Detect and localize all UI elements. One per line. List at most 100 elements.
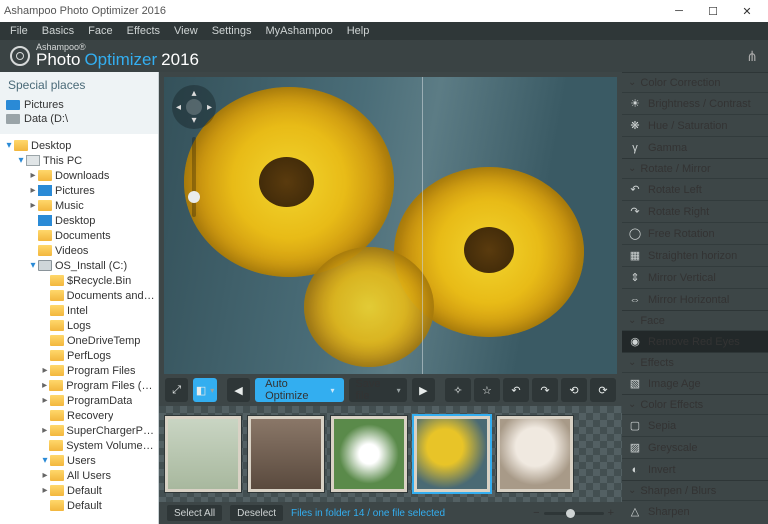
menu-help[interactable]: Help [341,25,376,37]
panel-section-header[interactable]: ⌄Sharpen / Blurs [622,480,768,500]
maximize-button[interactable]: ☐ [696,1,730,21]
tree-node[interactable]: SuperChargerProfil [4,423,156,438]
tree-node[interactable]: Default [4,483,156,498]
tree-node[interactable]: All Users [4,468,156,483]
expand-arrow-icon[interactable] [4,140,14,151]
next-image-button[interactable]: ▶ [412,378,435,402]
thumb-2[interactable] [247,415,325,493]
save-file-button[interactable]: Save file▾ [349,378,406,402]
redo-button[interactable]: ↷ [532,378,558,402]
panel-item[interactable]: ▢Sepia [622,414,768,436]
tree-node[interactable]: Pictures [4,183,156,198]
panel-item[interactable]: ↶Rotate Left [622,178,768,200]
expand-arrow-icon[interactable] [16,155,26,166]
fullscreen-button[interactable]: ⤢ [165,378,188,402]
panel-item[interactable]: ▦Straighten horizon [622,244,768,266]
prev-image-button[interactable]: ◀ [227,378,250,402]
expand-arrow-icon[interactable] [40,380,49,391]
folder-tree[interactable]: DesktopThis PCDownloadsPicturesMusicDesk… [0,134,158,524]
tree-node[interactable]: PerfLogs [4,348,156,363]
menu-basics[interactable]: Basics [36,25,80,37]
tree-node[interactable]: Videos [4,243,156,258]
close-button[interactable]: ✕ [730,1,764,21]
panel-item[interactable]: ❋Hue / Saturation [622,114,768,136]
expand-arrow-icon[interactable] [28,260,38,271]
panel-item[interactable]: ⇕Mirror Vertical [622,266,768,288]
undo-button[interactable]: ↶ [503,378,529,402]
panel-section-header[interactable]: ⌄Rotate / Mirror [622,158,768,178]
image-preview[interactable]: ▴▾ ◂▸ [164,77,617,374]
thumb-1[interactable] [164,415,242,493]
tree-node[interactable]: Desktop [4,213,156,228]
panel-item[interactable]: ◉Remove Red Eyes [622,330,768,352]
panel-item[interactable]: ⇔Mirror Horizontal [622,288,768,310]
panel-item[interactable]: γGamma [622,136,768,158]
share-icon[interactable]: ⋔ [746,48,758,65]
deselect-button[interactable]: Deselect [230,505,283,521]
tree-node[interactable]: Default [4,498,156,513]
panel-item[interactable]: ↷Rotate Right [622,200,768,222]
panel-item[interactable]: ◐Invert [622,458,768,480]
refresh-button[interactable]: ⟳ [590,378,616,402]
tree-node[interactable]: Users [4,453,156,468]
tree-node[interactable]: Program Files [4,363,156,378]
compare-split-line[interactable] [422,77,423,374]
expand-arrow-icon[interactable] [28,185,38,196]
thumb-4-selected[interactable] [413,415,491,493]
special-data-drive[interactable]: Data (D:\ [6,112,152,126]
auto-optimize-button[interactable]: Auto Optimize▾ [255,378,344,402]
expand-arrow-icon[interactable] [28,170,38,181]
selection-tool-icon[interactable]: ✧ [445,378,471,402]
menu-view[interactable]: View [168,25,204,37]
panel-item[interactable]: ☀Brightness / Contrast [622,92,768,114]
select-all-button[interactable]: Select All [167,505,222,521]
tree-node[interactable]: Logs [4,318,156,333]
minimize-button[interactable]: ─ [662,1,696,21]
thumb-5[interactable] [496,415,574,493]
thumbnail-zoom[interactable]: − + [533,507,614,519]
menu-settings[interactable]: Settings [206,25,258,37]
zoom-track[interactable] [544,512,604,515]
panel-section-header[interactable]: ⌄Face [622,310,768,330]
pan-control[interactable]: ▴▾ ◂▸ [172,85,216,129]
tree-node[interactable]: Intel [4,303,156,318]
tree-node[interactable]: $Recycle.Bin [4,273,156,288]
thumb-3[interactable] [330,415,408,493]
tree-node[interactable]: OS_Install (C:) [4,258,156,273]
tree-node[interactable]: Downloads [4,168,156,183]
star-tool-icon[interactable]: ☆ [474,378,500,402]
panel-item[interactable]: △Sharpen [622,500,768,522]
panel-section-header[interactable]: ⌄Color Effects [622,394,768,414]
expand-arrow-icon[interactable] [40,425,50,436]
menu-effects[interactable]: Effects [121,25,166,37]
tree-node[interactable]: Desktop [4,138,156,153]
tree-node[interactable]: Music [4,198,156,213]
special-pictures[interactable]: Pictures [6,98,152,112]
tree-node[interactable]: System Volume Info [4,438,156,453]
tree-node[interactable]: Recovery [4,408,156,423]
zoom-in-icon[interactable]: + [608,507,614,519]
zoom-out-icon[interactable]: − [533,507,539,519]
expand-arrow-icon[interactable] [40,455,50,466]
panel-section-header[interactable]: ⌄Color Correction [622,72,768,92]
expand-arrow-icon[interactable] [40,395,50,406]
tree-node[interactable]: Documents and Se [4,288,156,303]
revert-button[interactable]: ⟲ [561,378,587,402]
tree-node[interactable]: ProgramData [4,393,156,408]
tree-node[interactable]: OneDriveTemp [4,333,156,348]
panel-item[interactable]: ▨Greyscale [622,436,768,458]
menu-face[interactable]: Face [82,25,118,37]
filmstrip[interactable] [159,406,622,502]
tree-node[interactable]: Program Files (x86) [4,378,156,393]
expand-arrow-icon[interactable] [40,470,50,481]
panel-item[interactable]: ▧Image Age [622,372,768,394]
panel-section-header[interactable]: ⌄Effects [622,352,768,372]
expand-arrow-icon[interactable] [28,200,38,211]
zoom-slider-vertical[interactable] [192,137,196,217]
expand-arrow-icon[interactable] [40,485,50,496]
tree-node[interactable]: Documents [4,228,156,243]
expand-arrow-icon[interactable] [40,365,50,376]
panel-item[interactable]: ◯Free Rotation [622,222,768,244]
menu-myashampoo[interactable]: MyAshampoo [259,25,338,37]
compare-mode-button[interactable]: ◧▾ [193,378,216,402]
